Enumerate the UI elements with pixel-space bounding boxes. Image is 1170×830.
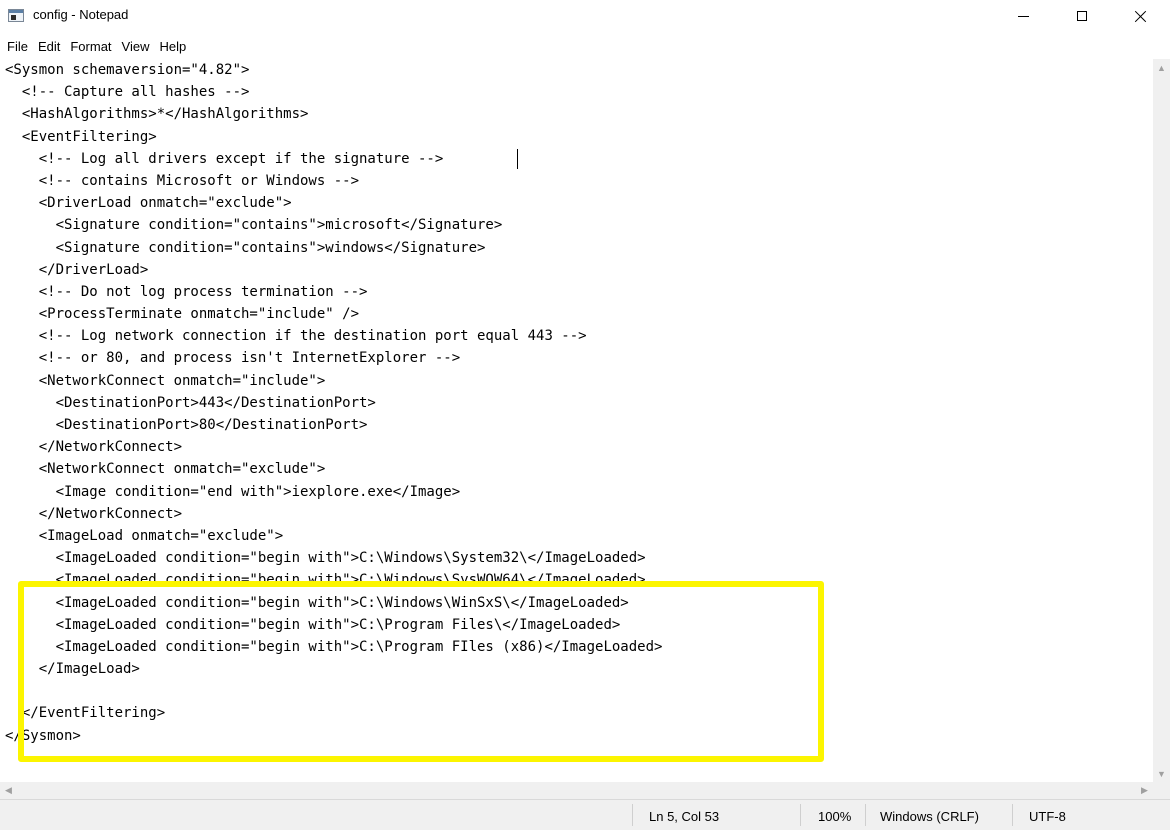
scroll-right-icon[interactable]: ▶	[1136, 782, 1153, 799]
scroll-left-icon[interactable]: ◀	[0, 782, 17, 799]
code-line: </DriverLoad>	[5, 261, 149, 278]
code-line: <Signature condition="contains">windows<…	[5, 239, 486, 256]
code-line: <ProcessTerminate onmatch="include" />	[5, 306, 360, 323]
minimize-button[interactable]	[1000, 0, 1046, 32]
scroll-down-icon[interactable]: ▼	[1153, 765, 1170, 782]
encoding: UTF-8	[1029, 809, 1066, 824]
close-button[interactable]	[1117, 0, 1163, 32]
code-line: <Sysmon schemaversion="4.82">	[5, 62, 250, 78]
title-bar[interactable]: config - Notepad	[0, 0, 1170, 34]
text-cursor	[517, 149, 518, 169]
menu-edit[interactable]: Edit	[33, 37, 65, 57]
menu-view[interactable]: View	[117, 37, 155, 57]
notepad-icon	[8, 9, 24, 22]
code-line: <NetworkConnect onmatch="exclude">	[5, 461, 326, 478]
maximize-button[interactable]	[1059, 0, 1105, 32]
menu-file[interactable]: File	[0, 37, 33, 57]
code-line: <!-- Log network connection if the desti…	[5, 328, 587, 345]
code-line: <Image condition="end with">iexplore.exe…	[5, 483, 461, 500]
close-icon	[1134, 10, 1147, 23]
code-line: <!-- Log all drivers except if the signa…	[5, 150, 444, 167]
scroll-up-icon[interactable]: ▲	[1153, 59, 1170, 76]
status-bar: Ln 5, Col 53 100% Windows (CRLF) UTF-8	[0, 799, 1170, 830]
line-ending: Windows (CRLF)	[880, 809, 979, 824]
horizontal-scrollbar[interactable]: ◀ ▶	[0, 782, 1153, 799]
code-line: <DriverLoad onmatch="exclude">	[5, 195, 292, 212]
status-divider	[865, 804, 866, 826]
menu-help[interactable]: Help	[154, 37, 191, 57]
menu-bar: File Edit Format View Help	[0, 37, 191, 57]
vertical-scrollbar[interactable]: ▲ ▼	[1153, 59, 1170, 782]
code-line: <!-- or 80, and process isn't InternetEx…	[5, 350, 461, 367]
code-line: </NetworkConnect>	[5, 505, 183, 522]
status-divider	[632, 804, 633, 826]
status-divider	[800, 804, 801, 826]
code-line: <ImageLoad onmatch="exclude">	[5, 527, 284, 544]
window-title: config - Notepad	[33, 7, 129, 22]
text-editor[interactable]: <Sysmon schemaversion="4.82"> <!-- Captu…	[0, 59, 1153, 782]
code-line: <DestinationPort>80</DestinationPort>	[5, 417, 368, 433]
code-line: <!-- Capture all hashes -->	[5, 84, 250, 101]
cursor-position: Ln 5, Col 53	[649, 809, 720, 824]
minimize-icon	[1017, 15, 1029, 17]
scrollbar-corner	[1153, 782, 1170, 799]
code-line: <NetworkConnect onmatch="include">	[5, 372, 326, 389]
code-line: <!-- Do not log process termination -->	[5, 283, 368, 300]
code-line: <ImageLoaded condition="begin with">C:\W…	[5, 550, 646, 567]
highlight-box	[18, 581, 824, 762]
code-line: <!-- contains Microsoft or Windows -->	[5, 172, 360, 189]
status-divider	[1012, 804, 1013, 826]
code-line: </NetworkConnect>	[5, 439, 183, 456]
zoom-level: 100%	[818, 809, 852, 824]
code-line: <EventFiltering>	[5, 128, 157, 145]
code-line: <Signature condition="contains">microsof…	[5, 217, 503, 234]
maximize-icon	[1077, 11, 1087, 21]
code-line: <HashAlgorithms>*</HashAlgorithms>	[5, 106, 309, 123]
menu-format[interactable]: Format	[65, 37, 116, 57]
code-line: <DestinationPort>443</DestinationPort>	[5, 394, 376, 411]
